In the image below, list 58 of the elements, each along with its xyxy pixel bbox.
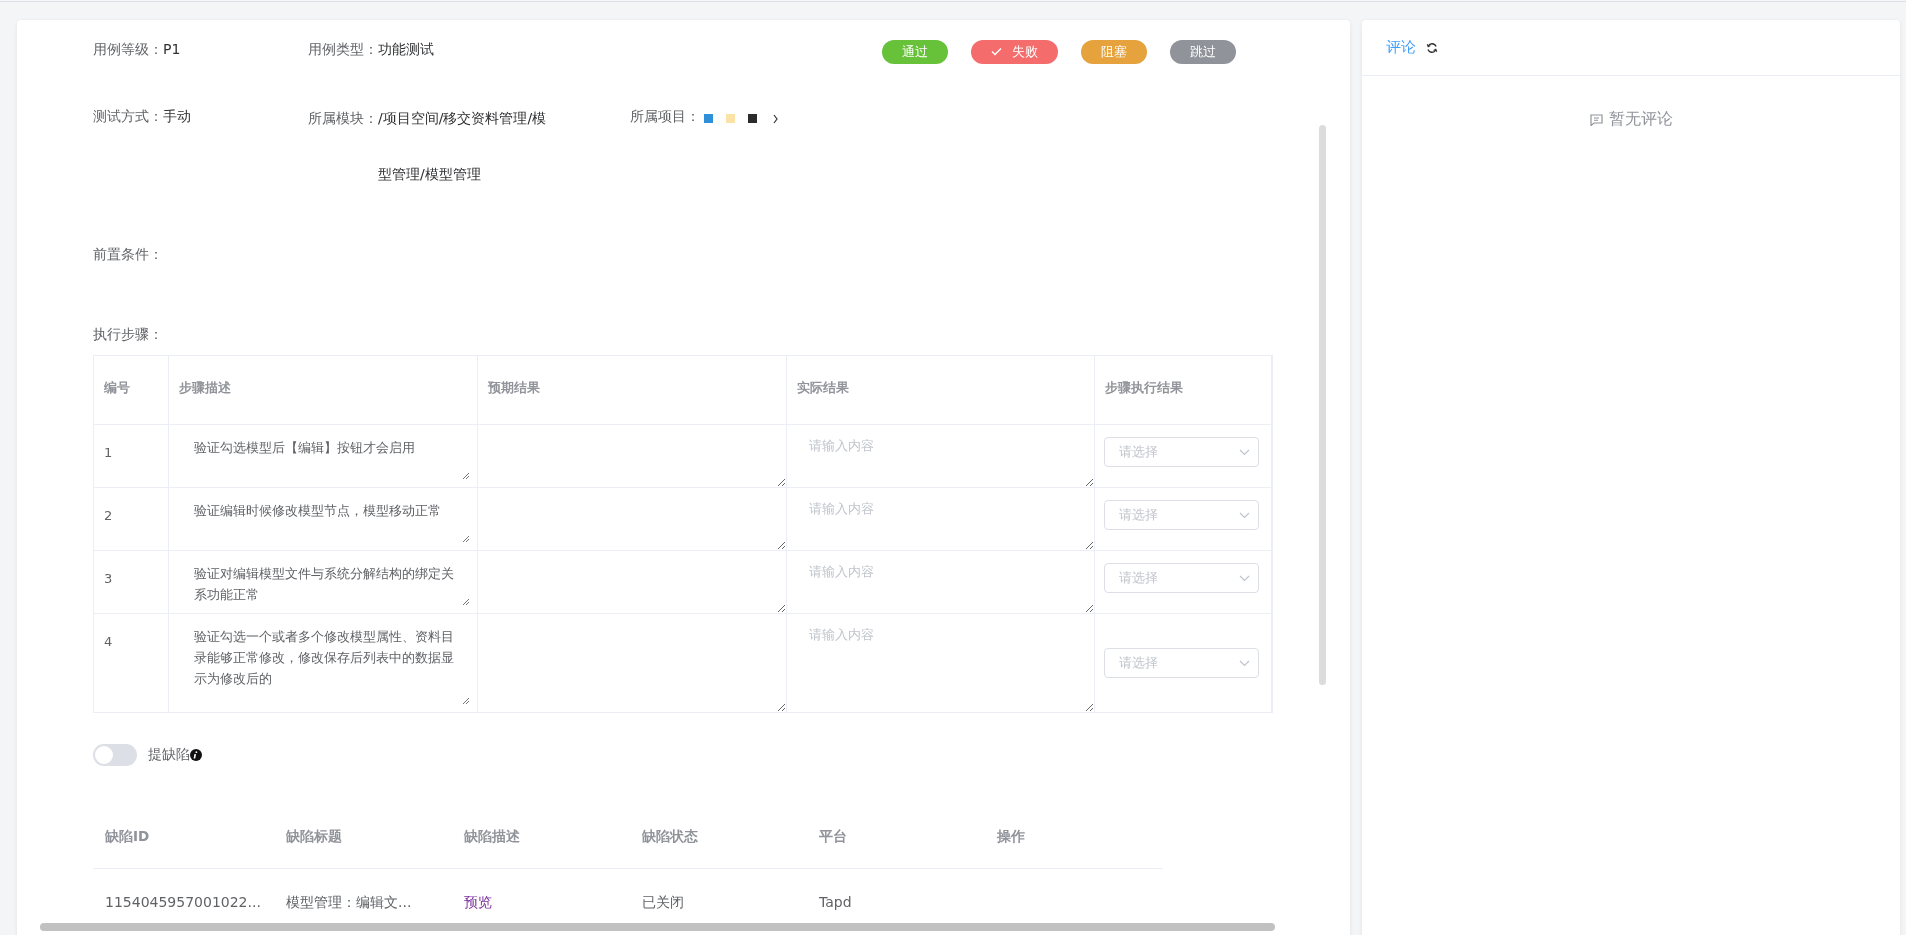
chevron-down-icon (1239, 574, 1251, 582)
step-number: 1 (94, 425, 169, 487)
section-label: 执行步骤： (93, 326, 163, 344)
column-header: 缺陷描述 (463, 828, 521, 846)
column-header: 编号 (94, 356, 169, 424)
result-button[interactable]: 失败 (971, 39, 1058, 64)
field-label: 前置条件： (93, 246, 163, 264)
step-result-select[interactable]: 请选择 (1104, 563, 1260, 593)
chevron-down-icon (1239, 659, 1251, 667)
check-icon (991, 47, 1002, 56)
field-label: 用例类型： (308, 41, 378, 59)
column-header: 缺陷状态 (641, 828, 699, 846)
column-header: 缺陷标题 (285, 828, 343, 846)
resize-handle-icon (462, 535, 470, 542)
defect-id-cell-text: 1154045957001022... (104, 894, 262, 912)
field-value: P1 (163, 41, 181, 57)
comment-icon (1589, 113, 1603, 126)
column-header: 操作 (996, 828, 1026, 846)
refresh-icon[interactable] (1426, 41, 1438, 54)
field-label: 用例等级： (93, 41, 163, 59)
field-value: 手动 (163, 108, 191, 126)
step-result-select[interactable]: 请选择 (1104, 500, 1260, 530)
column-header: 预期结果 (478, 356, 787, 424)
step-result-select[interactable]: 请选择 (1104, 437, 1260, 467)
field-label: 所属模块： (308, 109, 378, 128)
toggle-label: 提缺陷 (148, 746, 190, 764)
module-path-text: /项目空间/移交资料管理/模 (378, 109, 547, 128)
step-number: 4 (94, 614, 169, 712)
result-button[interactable]: 阻塞 (1081, 39, 1147, 64)
result-button[interactable]: 通过 (882, 39, 948, 64)
chevron-down-icon (1239, 511, 1251, 519)
vertical-scrollbar[interactable] (1319, 125, 1326, 685)
toggle-switch[interactable] (93, 744, 137, 766)
column-header: 缺陷ID (104, 828, 151, 846)
result-button[interactable]: 跳过 (1170, 39, 1236, 64)
defect-status-cell-text: 已关闭 (641, 894, 685, 912)
resize-handle-icon (462, 697, 470, 704)
preview-link[interactable]: 预览 (464, 894, 492, 910)
field-value: 功能测试 (378, 41, 434, 59)
column-header: 步骤描述 (168, 356, 479, 424)
column-header: 平台 (818, 828, 848, 846)
empty-comments-text: 暂无评论 (1608, 109, 1673, 130)
info-icon (190, 749, 202, 761)
step-number: 3 (94, 551, 169, 613)
field-label: 测试方式： (93, 108, 163, 126)
horizontal-scrollbar[interactable] (40, 923, 1275, 931)
step-result-select[interactable]: 请选择 (1104, 648, 1260, 678)
module-path-text: 型管理/模型管理 (378, 165, 482, 184)
defect-title-cell-text: 模型管理：编辑文... (285, 894, 413, 912)
resize-handle-icon (462, 472, 470, 479)
comments-tab[interactable]: 评论 (1386, 38, 1416, 57)
platform-cell-text: Tapd (818, 894, 853, 912)
column-header: 实际结果 (786, 356, 1096, 424)
step-number: 2 (94, 488, 169, 550)
resize-handle-icon (462, 598, 470, 605)
field-label: 所属项目： (630, 108, 700, 126)
column-header: 步骤执行结果 (1095, 356, 1272, 424)
chevron-down-icon (1239, 448, 1251, 456)
